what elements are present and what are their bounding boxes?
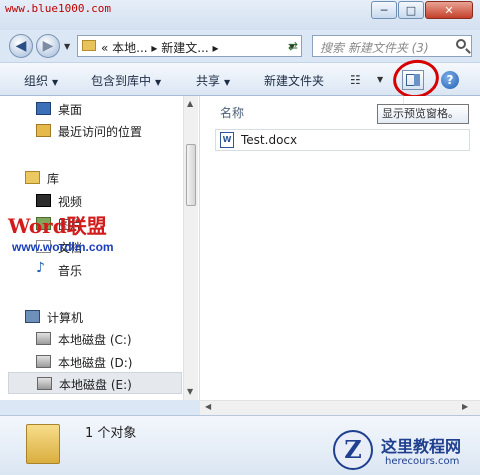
drive-icon — [36, 332, 51, 345]
sidebar-item-label: 视频 — [58, 195, 83, 209]
sidebar-item-label: 音乐 — [58, 264, 83, 278]
site-logo: Z 这里教程网 herecours.com — [333, 430, 480, 475]
drive-icon — [37, 377, 52, 390]
column-header-name[interactable]: 名称 — [220, 104, 244, 121]
navigation-row: ◀ ▶ ▼ « 本地... ▸ 新建文... ▸ ▼ ⇄ 搜索 新建文件夹 (3… — [0, 30, 480, 62]
recent-places-icon — [36, 124, 51, 137]
close-button[interactable]: ✕ — [425, 1, 473, 19]
scroll-up-icon[interactable]: ▲ — [187, 99, 193, 108]
drive-icon — [36, 355, 51, 368]
list-item[interactable]: W Test.docx — [215, 129, 470, 151]
new-folder-button[interactable]: 新建文件夹 — [264, 72, 324, 89]
scroll-thumb[interactable] — [186, 144, 196, 206]
minimize-button[interactable]: ─ — [371, 1, 397, 19]
chevron-down-icon: ▼ — [52, 78, 59, 87]
logo-mark-icon: Z — [333, 430, 373, 470]
search-icon[interactable] — [456, 39, 466, 49]
sidebar-item-label: 计算机 — [47, 311, 84, 325]
watermark-word-league: Word联盟 — [8, 214, 107, 238]
watermark-url: www.wordlm.com — [12, 240, 114, 254]
folder-icon — [26, 424, 60, 464]
title-bar: www.blue1000.com ─ □ ✕ — [0, 0, 480, 30]
search-placeholder: 搜索 新建文件夹 (3) — [320, 41, 429, 55]
views-dropdown-icon[interactable]: ▼ — [377, 75, 383, 84]
file-name: Test.docx — [241, 133, 298, 147]
computer-icon — [25, 310, 40, 323]
sidebar-item-label: 本地磁盘 (E:) — [59, 378, 132, 392]
organize-label: 组织 — [24, 74, 49, 88]
maximize-button[interactable]: □ — [398, 1, 424, 19]
sidebar-item-library[interactable]: 库 — [25, 167, 207, 189]
sidebar-item-label: 本地磁盘 (C:) — [58, 333, 132, 347]
scroll-right-icon[interactable]: ▶ — [462, 402, 468, 411]
file-list-pane: 名称 W Test.docx — [200, 96, 480, 400]
address-path[interactable]: « 本地... ▸ 新建文... ▸ — [101, 39, 219, 56]
chevron-down-icon: ▼ — [224, 78, 231, 87]
video-icon — [36, 194, 51, 207]
desktop-icon — [36, 102, 51, 115]
library-icon — [25, 171, 40, 184]
watermark-url-top: www.blue1000.com — [5, 2, 111, 15]
logo-text-cn: 这里教程网 — [381, 437, 462, 456]
views-icon[interactable]: ☷ — [350, 73, 361, 87]
sidebar-item-label: 桌面 — [58, 103, 83, 117]
logo-text-en: herecours.com — [385, 456, 460, 467]
include-in-library-button[interactable]: 包含到库中 ▼ — [91, 72, 161, 89]
include-library-label: 包含到库中 — [91, 74, 152, 88]
scroll-down-icon[interactable]: ▼ — [187, 387, 193, 396]
sidebar-item-drive-e[interactable]: 本地磁盘 (E:) — [8, 372, 182, 394]
object-count: 1 个对象 — [85, 426, 137, 441]
scroll-left-icon[interactable]: ◀ — [205, 402, 211, 411]
organize-button[interactable]: 组织 ▼ — [24, 72, 58, 89]
sidebar-item-computer[interactable]: 计算机 — [25, 306, 207, 328]
forward-button[interactable]: ▶ — [36, 34, 60, 58]
horizontal-scrollbar[interactable]: ◀ ▶ — [200, 400, 480, 415]
tooltip: 显示预览窗格。 — [377, 104, 469, 124]
sidebar-item-label: 库 — [47, 172, 60, 186]
chevron-down-icon: ▼ — [155, 78, 162, 87]
folder-icon — [82, 40, 96, 51]
music-note-icon: ♪ — [36, 260, 45, 276]
word-document-icon: W — [220, 132, 234, 148]
back-button[interactable]: ◀ — [9, 34, 33, 58]
sidebar-item-label: 本地磁盘 (D:) — [58, 356, 133, 370]
sidebar-scrollbar[interactable]: ▲ ▼ — [183, 96, 198, 400]
share-label: 共享 — [196, 74, 221, 88]
sidebar-item-label: 最近访问的位置 — [58, 125, 143, 139]
refresh-button[interactable]: ⇄ — [281, 35, 305, 57]
explorer-window: www.blue1000.com ─ □ ✕ ◀ ▶ ▼ « 本地... ▸ 新… — [0, 0, 480, 475]
share-button[interactable]: 共享 ▼ — [196, 72, 230, 89]
search-input[interactable]: 搜索 新建文件夹 (3) — [312, 35, 472, 57]
history-dropdown-icon[interactable]: ▼ — [64, 42, 70, 51]
help-icon[interactable]: ? — [441, 71, 459, 89]
address-bar[interactable]: « 本地... ▸ 新建文... ▸ ▼ — [77, 35, 302, 57]
